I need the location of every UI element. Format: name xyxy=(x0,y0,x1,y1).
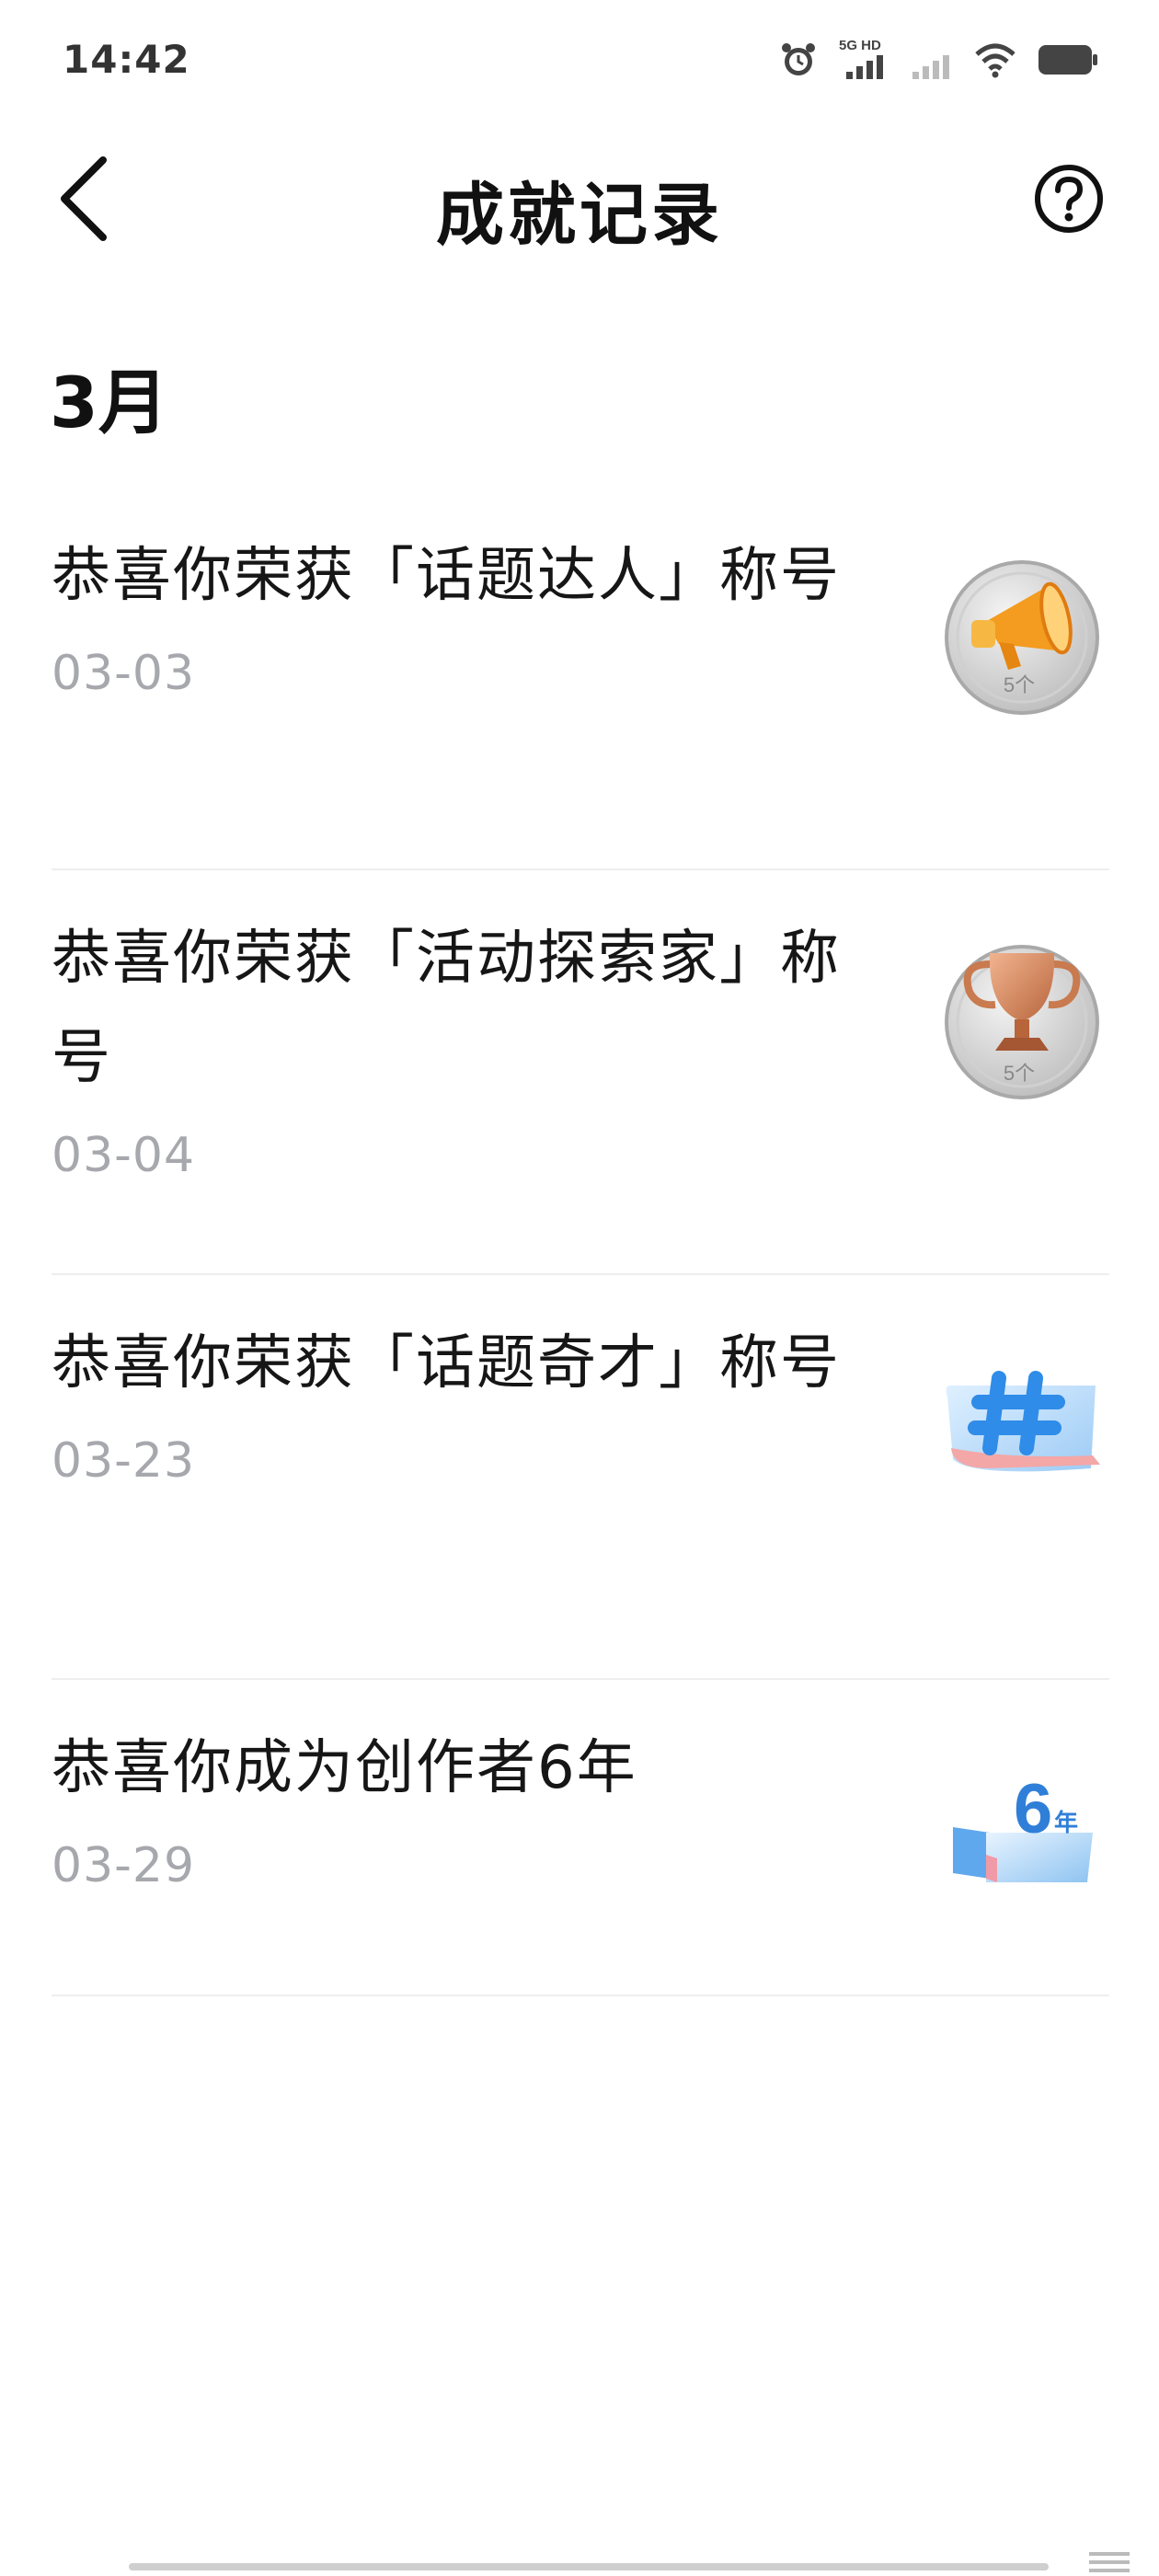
help-button[interactable] xyxy=(1032,162,1106,236)
badge-count: 5个 xyxy=(1004,1062,1035,1085)
achievement-item[interactable]: 恭喜你荣获「话题达人」称号 03-03 5个 xyxy=(52,488,1109,870)
achievement-title: 恭喜你荣获「活动探索家」称号 xyxy=(52,925,841,1092)
achievement-text: 恭喜你荣获「话题达人」称号 03-03 xyxy=(52,526,870,701)
alarm-icon xyxy=(782,43,815,75)
megaphone-badge-icon: 5个 xyxy=(945,560,1099,715)
achievement-item[interactable]: 恭喜你荣获「活动探索家」称号 03-04 5个 xyxy=(52,870,1109,1275)
trophy-badge-icon: 5个 xyxy=(945,945,1099,1099)
achievement-title: 恭喜你荣获「话题奇才」称号 xyxy=(52,1329,841,1397)
status-icons: 5G HD xyxy=(778,37,1098,83)
achievement-records-screen: 14:42 5G HD 成就记录 3月 恭喜你荣获「话题达人」称号 03-03 … xyxy=(0,0,1159,2576)
achievement-title: 恭喜你荣获「话题达人」称号 xyxy=(52,542,841,610)
achievement-date: 03-03 xyxy=(52,646,196,701)
achievement-item[interactable]: 恭喜你成为创作者6年 03-29 6 年 xyxy=(52,1680,1109,1996)
month-heading: 3月 xyxy=(50,362,168,443)
badge-count: 5个 xyxy=(1004,673,1035,696)
battery-icon xyxy=(1039,45,1097,75)
achievement-item[interactable]: 恭喜你荣获「话题奇才」称号 03-23 xyxy=(52,1275,1109,1680)
badge-year-unit: 年 xyxy=(1054,1809,1078,1837)
cellular-signal-weak-icon xyxy=(912,55,949,79)
status-time: 14:42 xyxy=(63,37,190,82)
achievement-list: 恭喜你荣获「话题达人」称号 03-03 5个 恭喜你荣获「活动探索家」称号 03… xyxy=(52,488,1109,1996)
anniversary-badge-icon: 6 年 xyxy=(953,1770,1093,1882)
achievement-text: 恭喜你成为创作者6年 03-29 xyxy=(52,1719,870,1893)
achievement-text: 恭喜你荣获「话题奇才」称号 03-23 xyxy=(52,1314,870,1489)
app-header: 成就记录 xyxy=(0,129,1159,267)
achievement-date: 03-29 xyxy=(52,1838,196,1893)
achievement-date: 03-23 xyxy=(52,1433,196,1489)
achievement-title: 恭喜你成为创作者6年 xyxy=(52,1734,637,1802)
cellular-signal-icon: 5G HD xyxy=(839,38,883,79)
page-title: 成就记录 xyxy=(436,176,723,255)
gesture-indicator[interactable] xyxy=(129,2563,1049,2570)
status-bar: 14:42 5G HD xyxy=(0,0,1159,120)
achievement-text: 恭喜你荣获「活动探索家」称号 03-04 xyxy=(52,909,870,1183)
bottom-navigation-bar xyxy=(0,2548,1159,2576)
badge-year-number: 6 xyxy=(1014,1770,1052,1848)
achievement-date: 03-04 xyxy=(52,1128,196,1183)
network-type-label: 5G HD xyxy=(839,38,881,53)
hashtag-badge-icon xyxy=(946,1371,1100,1472)
question-circle-icon xyxy=(1035,165,1103,233)
wifi-icon xyxy=(975,43,1016,78)
menu-lines-icon xyxy=(1089,2552,1130,2572)
